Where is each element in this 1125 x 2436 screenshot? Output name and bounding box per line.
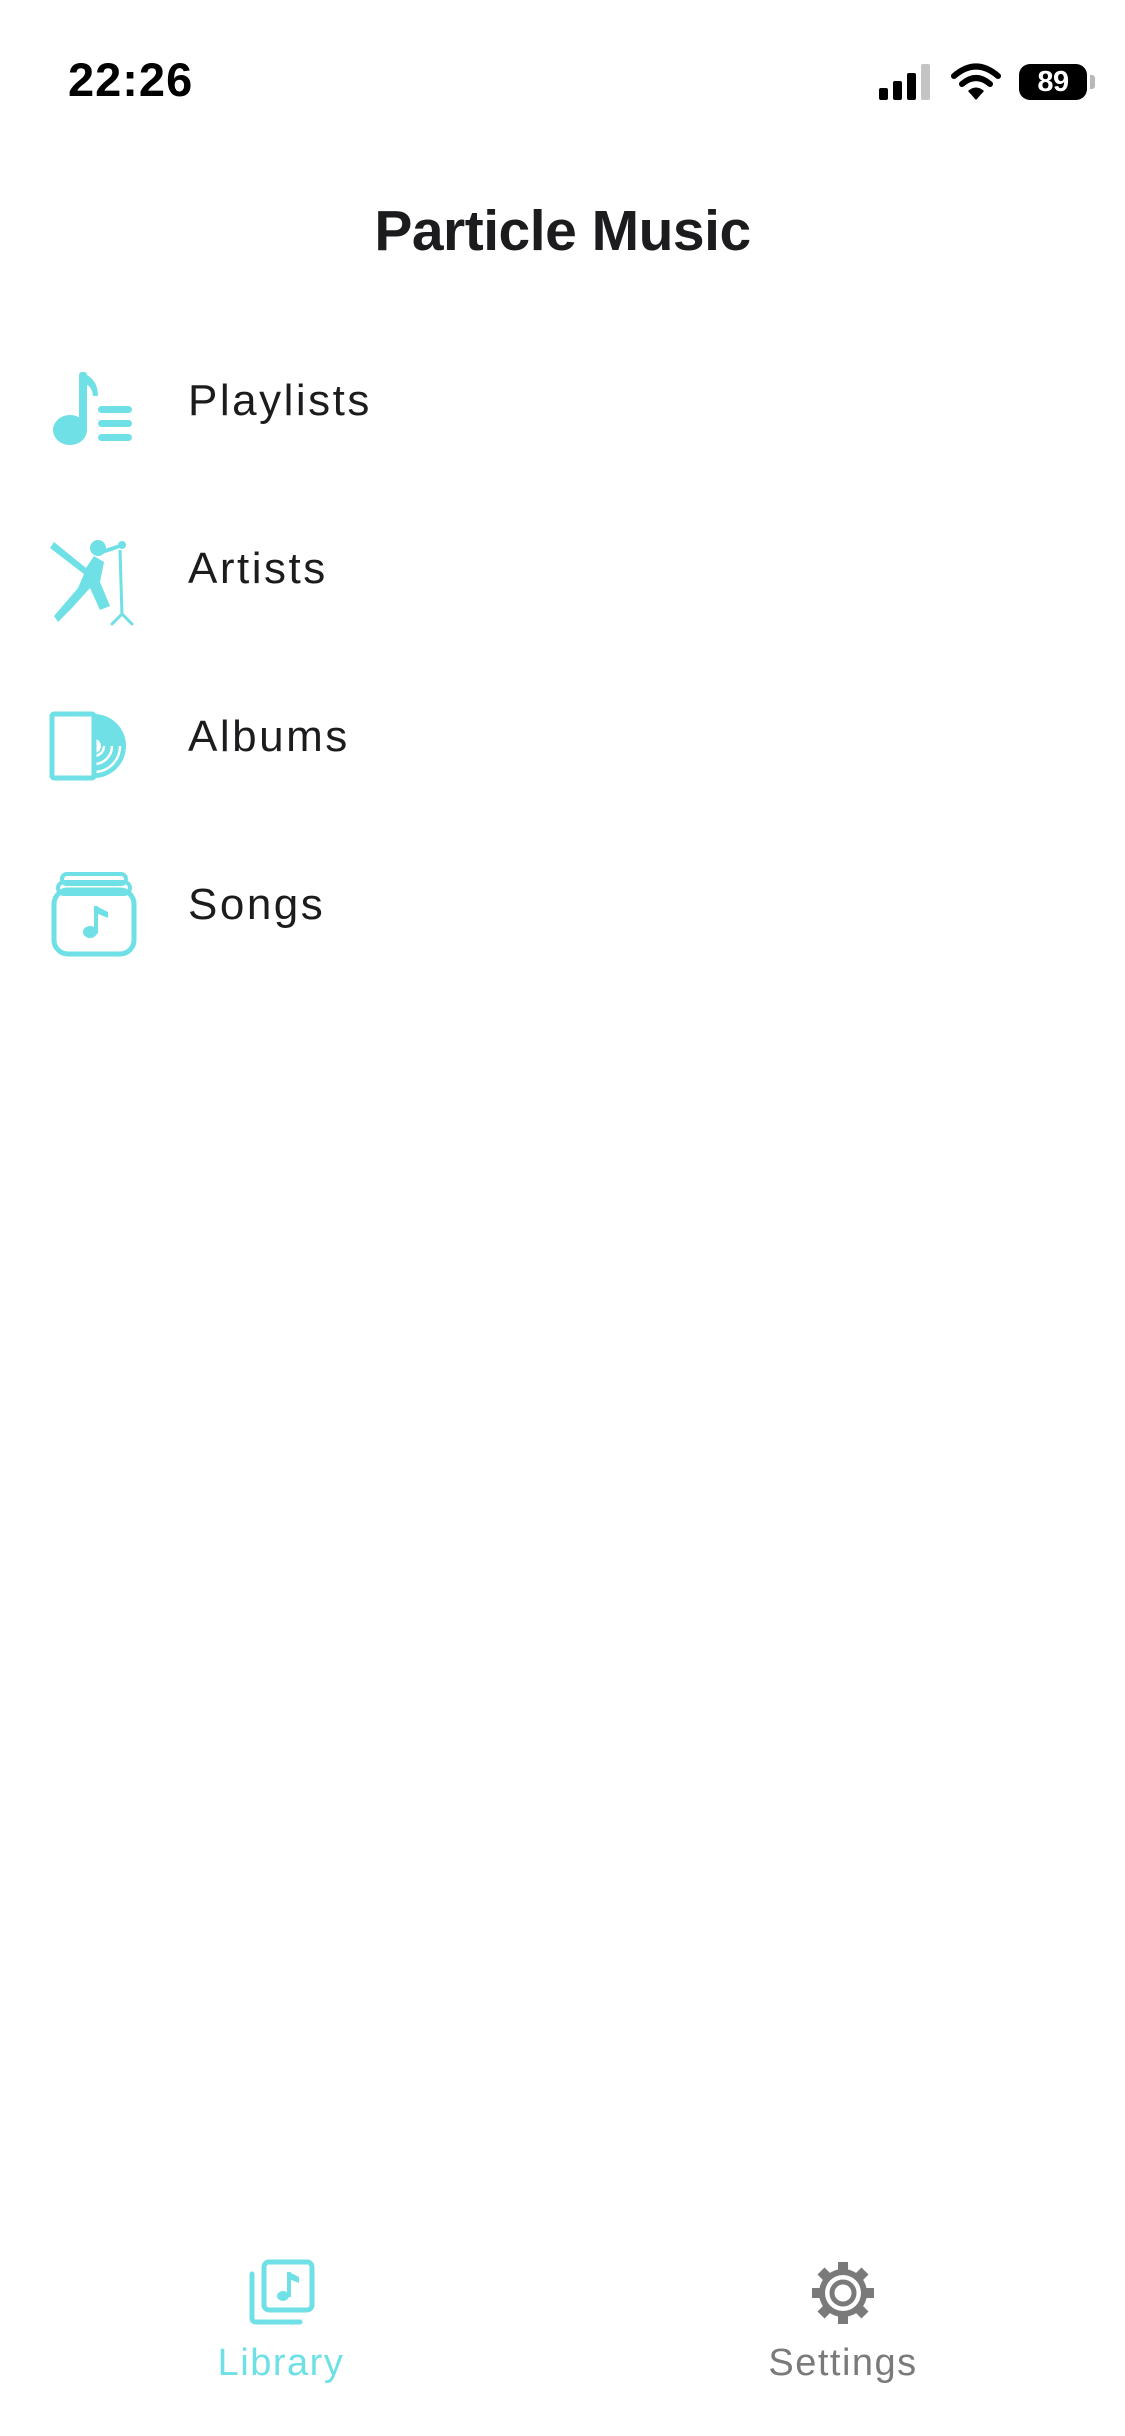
menu-item-playlists[interactable]: Playlists: [0, 338, 1125, 506]
status-bar: 22:26 89: [0, 0, 1125, 160]
page-title: Particle Music: [374, 199, 751, 263]
menu-item-songs[interactable]: Songs: [0, 842, 1125, 1010]
status-time: 22:26: [68, 53, 194, 106]
menu-item-artists[interactable]: Artists: [0, 506, 1125, 674]
gear-icon: [808, 2258, 878, 2328]
menu-label-artists: Artists: [188, 544, 328, 593]
signal-icon: [879, 64, 930, 100]
battery-icon: 89: [1019, 64, 1087, 100]
playlist-icon: [44, 360, 144, 460]
library-menu: Playlists Artists Albums Songs: [0, 338, 1125, 1010]
songs-stack-icon: [44, 864, 144, 964]
music-library-icon: [246, 2258, 316, 2328]
menu-label-albums: Albums: [188, 712, 350, 761]
tab-settings[interactable]: Settings: [562, 2230, 1124, 2436]
album-icon: [44, 696, 144, 796]
menu-item-albums[interactable]: Albums: [0, 674, 1125, 842]
singer-icon: [44, 528, 144, 628]
battery-level: 89: [1037, 65, 1069, 98]
battery-tip: [1090, 75, 1095, 89]
tab-label-library: Library: [217, 2342, 345, 2384]
status-icons: 89: [879, 60, 1095, 104]
tab-library[interactable]: Library: [0, 2230, 562, 2436]
wifi-icon: [951, 63, 1001, 100]
menu-label-songs: Songs: [188, 880, 326, 929]
tab-label-settings: Settings: [768, 2342, 918, 2384]
menu-label-playlists: Playlists: [188, 376, 372, 425]
tab-bar: Library Settings: [0, 2230, 1125, 2436]
